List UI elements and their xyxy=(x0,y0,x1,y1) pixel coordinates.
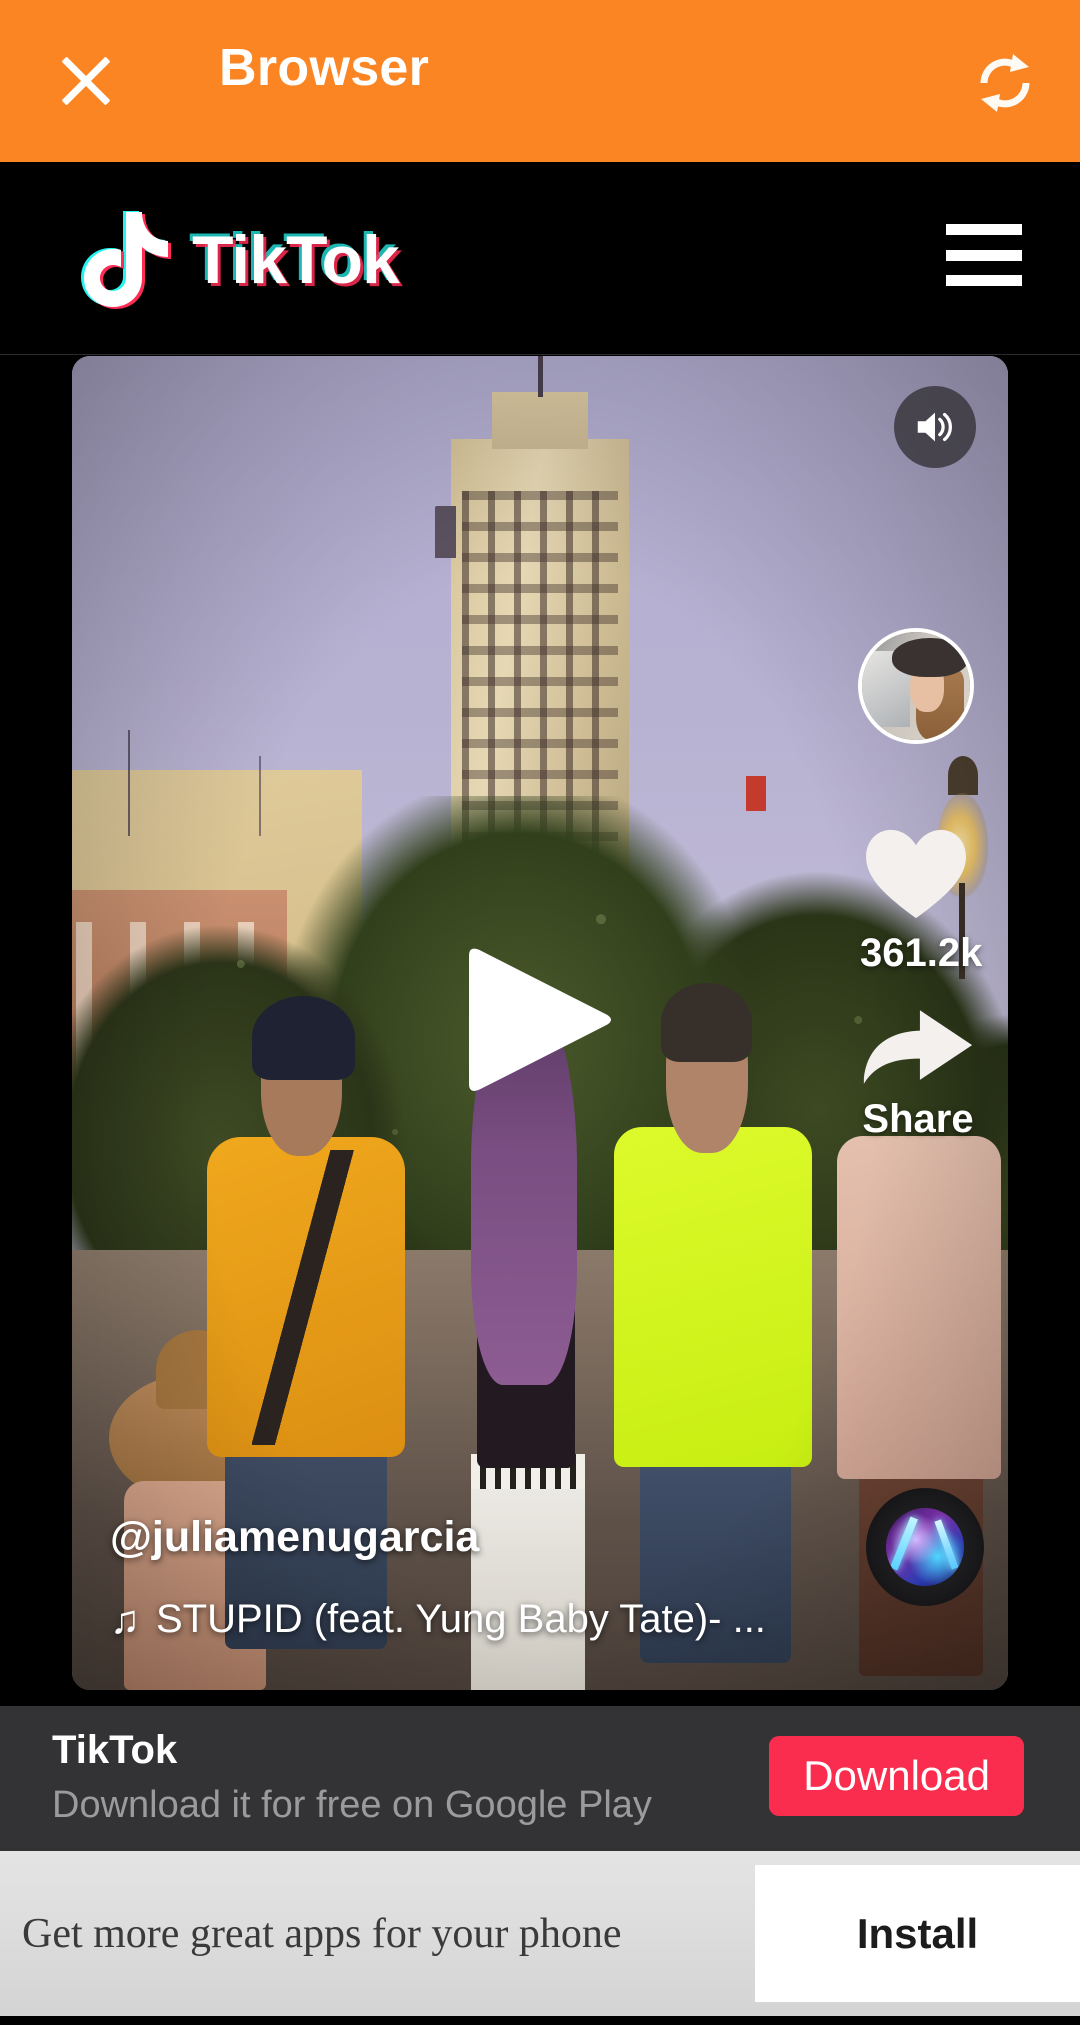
like-count: 361.2k xyxy=(860,931,983,975)
close-icon[interactable] xyxy=(55,50,117,112)
music-note-icon: ♫ xyxy=(110,1597,140,1642)
app-name: TikTok xyxy=(52,1728,178,1772)
tiktok-site-header: TikTok xyxy=(0,162,1080,355)
avatar[interactable] xyxy=(858,628,974,744)
refresh-icon[interactable] xyxy=(972,50,1038,116)
music-disc-icon[interactable] xyxy=(866,1488,984,1606)
app-download-banner: TikTok Download it for free on Google Pl… xyxy=(0,1706,1080,1851)
system-nav-strip xyxy=(0,2016,1080,2025)
video-username[interactable]: @juliamenugarcia xyxy=(110,1513,479,1562)
install-ad-banner: Get more great apps for your phone Insta… xyxy=(0,1851,1080,2016)
video-player[interactable]: 361.2k Share @juliamenugarcia ♫ STUPID (… xyxy=(72,356,1008,1690)
tiktok-note-icon xyxy=(74,206,182,314)
tiktok-logo[interactable]: TikTok xyxy=(74,206,400,314)
heart-icon xyxy=(866,829,966,919)
install-button[interactable]: Install xyxy=(755,1865,1080,2002)
like-button[interactable]: 361.2k xyxy=(860,826,983,976)
play-icon[interactable] xyxy=(465,940,615,1100)
speaker-on-icon[interactable] xyxy=(894,386,976,468)
share-arrow-icon xyxy=(863,1010,973,1084)
app-subtitle: Download it for free on Google Play xyxy=(52,1784,652,1826)
install-ad-message: Get more great apps for your phone xyxy=(22,1910,622,1957)
tiktok-wordmark: TikTok xyxy=(192,222,400,298)
phone-screen: Browser TikTok 361.2k Share @juliamenuga… xyxy=(0,0,1080,2025)
share-label: Share xyxy=(862,1097,974,1141)
video-song-title: STUPID (feat. Yung Baby Tate)- ... xyxy=(156,1597,766,1641)
hamburger-menu-icon[interactable] xyxy=(946,224,1022,286)
video-stage: 361.2k Share @juliamenugarcia ♫ STUPID (… xyxy=(0,356,1080,1704)
share-button[interactable]: Share xyxy=(858,1006,978,1142)
download-button[interactable]: Download xyxy=(769,1736,1024,1816)
browser-top-bar: Browser xyxy=(0,0,1080,162)
video-song-row[interactable]: ♫ STUPID (feat. Yung Baby Tate)- ... xyxy=(110,1597,766,1642)
browser-title: Browser xyxy=(219,39,430,97)
